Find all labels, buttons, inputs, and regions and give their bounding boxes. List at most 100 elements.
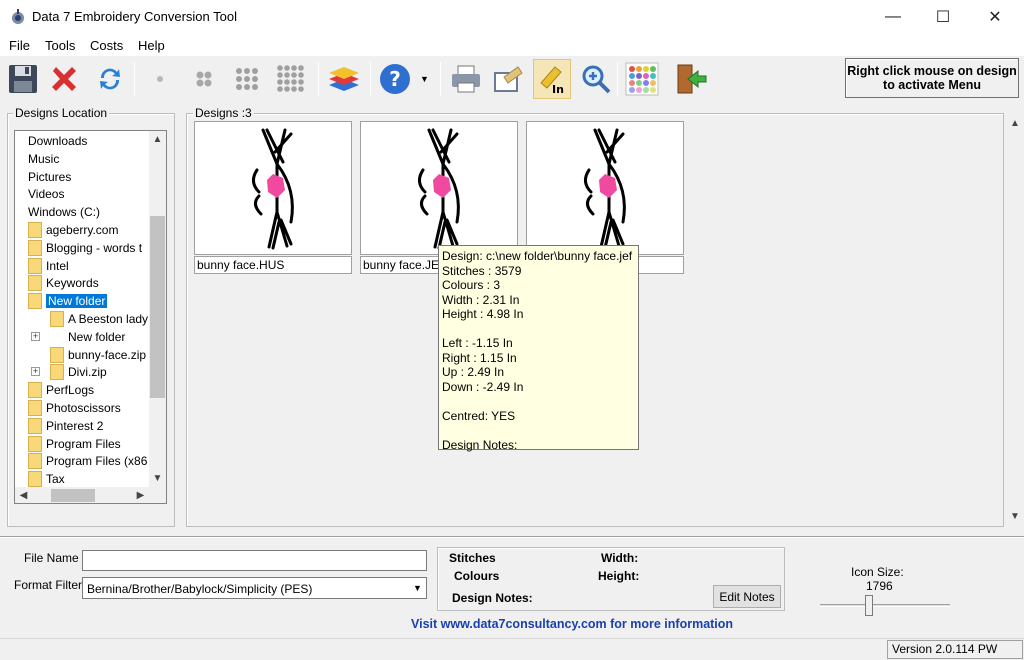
folder-icon: [50, 311, 64, 327]
measure-inches-icon[interactable]: In: [533, 59, 571, 99]
toolbar-separator: [370, 62, 371, 96]
design-thumbnail[interactable]: [360, 121, 518, 255]
tree-item[interactable]: Music: [27, 150, 59, 168]
tree-item[interactable]: bunny-face.zip: [50, 346, 146, 364]
tooltip-line: [442, 394, 635, 409]
zoom-icon[interactable]: [577, 59, 615, 99]
small-icons-view-icon[interactable]: [185, 59, 223, 99]
print-icon[interactable]: [447, 59, 485, 99]
folder-icon: [28, 275, 42, 292]
large-icons-view-icon[interactable]: [272, 59, 310, 99]
delete-icon[interactable]: [45, 59, 83, 99]
designs-count-label: Designs :3: [193, 106, 254, 120]
scroll-left-arrow-icon[interactable]: ◀: [15, 487, 32, 503]
tooltip-line: Stitches : 3579: [442, 263, 522, 278]
tree-item-label: Program Files: [46, 436, 121, 451]
folder-icon: [28, 293, 42, 310]
maximize-button[interactable]: ☐: [920, 0, 966, 34]
scroll-right-arrow-icon[interactable]: ▶: [132, 487, 149, 503]
tree-item[interactable]: Blogging - words t: [28, 239, 142, 257]
tooltip-line: Right : 1.15 In: [442, 350, 517, 365]
tree-vertical-scrollbar[interactable]: ▲ ▼: [149, 131, 166, 487]
tree-item[interactable]: Divi.zip: [50, 363, 107, 381]
folder-icon: [28, 222, 42, 238]
tree-item[interactable]: Pictures: [27, 168, 71, 186]
tree-horizontal-scrollbar[interactable]: ◀ ▶: [15, 487, 166, 503]
tree-item[interactable]: Pinterest 2: [28, 417, 103, 435]
format-filter-select[interactable]: Bernina/Brother/Babylock/Simplicity (PES…: [82, 577, 427, 599]
menu-tools[interactable]: Tools: [45, 38, 75, 53]
help-icon[interactable]: ?: [376, 59, 414, 99]
folder-icon: [28, 257, 42, 274]
icon-size-slider-track[interactable]: [820, 604, 950, 607]
folder-icon: [28, 400, 42, 416]
tree-item[interactable]: Windows (C:): [27, 203, 100, 221]
icon-size-slider-thumb[interactable]: [865, 595, 873, 616]
minimize-button[interactable]: —: [870, 0, 916, 34]
exit-door-icon[interactable]: [672, 59, 710, 99]
format-filter-label: Format Filter: [14, 578, 83, 592]
file-name-input[interactable]: [82, 550, 427, 571]
tree-item-label: A Beeston lady: [68, 312, 149, 326]
folder-icon: [28, 417, 42, 434]
export-icon[interactable]: [490, 59, 528, 99]
right-click-hint: Right click mouse on design to activate …: [845, 58, 1019, 98]
expand-icon[interactable]: +: [31, 331, 40, 341]
design-thumbnail[interactable]: [526, 121, 684, 255]
scroll-up-arrow-icon[interactable]: ▲: [1006, 115, 1024, 132]
tooltip-line: [442, 423, 635, 438]
tree-item[interactable]: New folder: [28, 292, 108, 310]
designs-location-label: Designs Location: [13, 106, 110, 120]
design-thumbnail[interactable]: [194, 121, 352, 255]
scroll-up-arrow-icon[interactable]: ▲: [149, 131, 166, 148]
close-button[interactable]: ✕: [972, 0, 1018, 34]
expand-icon[interactable]: +: [31, 367, 40, 377]
icon-size-label: Icon Size:: [851, 565, 904, 579]
tree-item[interactable]: Photoscissors: [28, 399, 121, 417]
menu-costs[interactable]: Costs: [90, 38, 123, 53]
toolbar-separator: [440, 62, 441, 96]
folder-icon: [28, 471, 42, 488]
website-link[interactable]: Visit www.data7consultancy.com for more …: [411, 617, 733, 631]
svg-text:?: ?: [389, 67, 401, 91]
tree-item[interactable]: Intel: [28, 257, 69, 275]
tree-item[interactable]: Program Files: [28, 435, 121, 453]
bottom-divider: [0, 536, 1024, 538]
tooltip-line: [442, 322, 635, 337]
tiny-icons-view-icon[interactable]: [141, 59, 179, 99]
tree-item-label: Pictures: [28, 169, 72, 184]
menu-help[interactable]: Help: [138, 38, 165, 53]
medium-icons-view-icon[interactable]: [228, 59, 266, 99]
designs-vertical-scrollbar[interactable]: ▲ ▼: [1006, 113, 1024, 527]
edit-notes-button[interactable]: Edit Notes: [713, 585, 781, 608]
tree-item[interactable]: Downloads: [27, 132, 87, 150]
scroll-thumb[interactable]: [150, 216, 165, 398]
tree-item-label: Keywords: [46, 276, 99, 291]
tree-item[interactable]: New folder: [50, 328, 125, 346]
refresh-icon[interactable]: [91, 59, 129, 99]
layers-icon[interactable]: [325, 59, 363, 99]
tree-item-label: Windows (C:): [28, 205, 101, 220]
scroll-down-arrow-icon[interactable]: ▼: [1006, 508, 1024, 525]
dropdown-arrow-icon[interactable]: ▼: [420, 74, 429, 84]
tree-item[interactable]: Tax: [28, 470, 65, 488]
tooltip-line: Left : -1.15 In: [442, 336, 513, 350]
tree-item-label: Blogging - words t: [46, 240, 143, 255]
tree-item[interactable]: Keywords: [28, 274, 99, 292]
tree-item[interactable]: PerfLogs: [28, 381, 94, 399]
tree-item[interactable]: A Beeston lady: [50, 310, 148, 328]
scroll-thumb[interactable]: [51, 489, 95, 502]
tree-item[interactable]: Program Files (x86: [28, 452, 147, 470]
save-icon[interactable]: [4, 59, 42, 99]
tooltip-line: Height : 4.98 In: [442, 307, 524, 321]
folder-icon: [28, 453, 42, 470]
folder-tree[interactable]: Downloads Music Pictures Videos Windows (C:)…: [14, 130, 167, 504]
width-label: Width:: [601, 551, 639, 565]
menu-file[interactable]: File: [9, 38, 30, 53]
color-grid-icon[interactable]: [623, 59, 661, 99]
design-info-tooltip: Design: c:\new folder\bunny face.jef Stit…: [438, 245, 639, 452]
scroll-down-arrow-icon[interactable]: ▼: [149, 470, 166, 487]
chevron-down-icon[interactable]: ▼: [409, 580, 426, 596]
tree-item[interactable]: Videos: [27, 185, 64, 203]
tree-item[interactable]: ageberry.com: [28, 221, 118, 239]
